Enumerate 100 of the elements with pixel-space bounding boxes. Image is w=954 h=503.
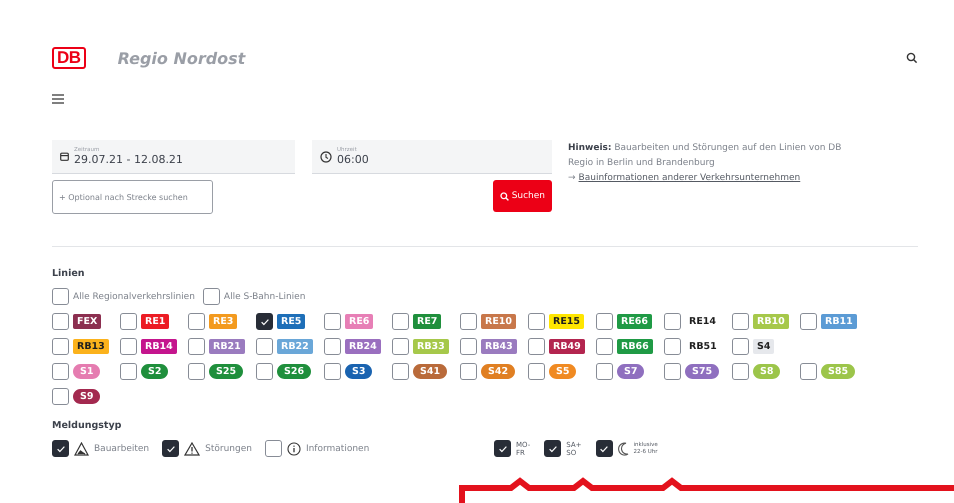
line-badge: S85 bbox=[821, 364, 856, 379]
checkbox[interactable] bbox=[664, 338, 681, 355]
line-badge: S2 bbox=[141, 364, 168, 379]
field-value: 06:00 bbox=[337, 153, 369, 166]
checkbox[interactable] bbox=[52, 338, 69, 355]
field-value: 29.07.21 - 12.08.21 bbox=[74, 153, 183, 166]
checkbox[interactable] bbox=[120, 363, 137, 380]
line-badge: RB13 bbox=[73, 339, 109, 354]
line-badge: S75 bbox=[685, 364, 720, 379]
line-badge: RB43 bbox=[481, 339, 517, 354]
line-badge: S41 bbox=[413, 364, 448, 379]
checkbox[interactable] bbox=[324, 313, 341, 330]
checkbox-label: Informationen bbox=[306, 444, 370, 454]
checkbox[interactable] bbox=[494, 440, 511, 457]
checkbox[interactable] bbox=[528, 363, 545, 380]
checkbox[interactable] bbox=[256, 313, 273, 330]
checkbox[interactable] bbox=[460, 313, 477, 330]
line-badge: S26 bbox=[277, 364, 312, 379]
info-link[interactable]: Bauinformationen anderer Verkehrsunternehmen bbox=[578, 171, 800, 186]
line-badge: S25 bbox=[209, 364, 244, 379]
line-badge: RB10 bbox=[753, 314, 789, 329]
checkbox[interactable] bbox=[732, 363, 749, 380]
search-icon[interactable] bbox=[906, 52, 918, 64]
checkbox[interactable] bbox=[664, 363, 681, 380]
notice-text: Hinweis: Bauarbeiten und Störungen auf den Linien von DB Regio in Berlin und Brandenburg bbox=[568, 142, 842, 170]
checkbox[interactable] bbox=[52, 313, 69, 330]
line-badge: RB24 bbox=[345, 339, 381, 354]
checkbox[interactable] bbox=[324, 363, 341, 380]
section-heading: Meldungstyp bbox=[52, 420, 122, 431]
line-badge: S5 bbox=[549, 364, 576, 379]
checkbox[interactable] bbox=[732, 313, 749, 330]
checkbox[interactable] bbox=[264, 440, 282, 457]
arrow-glyph: → bbox=[568, 172, 576, 185]
calendar-icon bbox=[60, 152, 69, 161]
line-badge: RE15 bbox=[549, 314, 584, 329]
checkbox[interactable] bbox=[256, 363, 273, 380]
line-label: RE14 bbox=[688, 315, 718, 329]
line-badge: RE3 bbox=[209, 314, 238, 329]
section-heading: Linien bbox=[52, 268, 86, 279]
line-badge: RE6 bbox=[345, 314, 374, 329]
checkbox[interactable] bbox=[800, 363, 817, 380]
checkbox-label: Störungen bbox=[205, 444, 252, 454]
checkbox[interactable] bbox=[544, 440, 562, 457]
checkbox[interactable] bbox=[52, 363, 69, 380]
moon-icon bbox=[618, 442, 629, 456]
line-badge: RB22 bbox=[277, 339, 313, 354]
line-badge: S1 bbox=[73, 364, 100, 379]
checkbox-label: Alle S-Bahn-Linien bbox=[224, 292, 306, 302]
checkbox[interactable] bbox=[528, 313, 545, 330]
line-badge: S3 bbox=[345, 364, 372, 379]
line-badge: RB33 bbox=[413, 339, 449, 354]
checkbox[interactable] bbox=[162, 440, 180, 457]
clock-icon bbox=[320, 150, 332, 162]
app-title: Regio Nordost bbox=[118, 48, 246, 68]
line-badge: RE5 bbox=[277, 314, 306, 329]
checkbox-label: Bauarbeiten bbox=[94, 444, 150, 454]
construction-warning-icon bbox=[74, 442, 89, 456]
line-badge: S4 bbox=[753, 339, 774, 354]
checkbox[interactable] bbox=[52, 288, 69, 305]
checkbox[interactable] bbox=[52, 440, 69, 457]
checkbox[interactable] bbox=[664, 313, 681, 330]
checkbox[interactable] bbox=[188, 338, 205, 355]
line-badge: RB66 bbox=[617, 339, 653, 354]
warning-icon bbox=[184, 442, 200, 456]
checkbox[interactable] bbox=[596, 313, 613, 330]
checkbox[interactable] bbox=[460, 363, 477, 380]
line-badge: S42 bbox=[481, 364, 516, 379]
checkbox[interactable] bbox=[460, 338, 477, 355]
checkbox[interactable] bbox=[324, 338, 341, 355]
checkbox[interactable] bbox=[392, 338, 409, 355]
menu-icon[interactable] bbox=[52, 94, 64, 104]
search-button[interactable]: Suchen bbox=[492, 180, 552, 212]
line-badge: S8 bbox=[753, 364, 780, 379]
checkbox[interactable] bbox=[188, 363, 205, 380]
checkbox[interactable] bbox=[800, 313, 817, 330]
checkbox[interactable] bbox=[202, 288, 220, 305]
line-badge: RE7 bbox=[413, 314, 442, 329]
line-badge: RB14 bbox=[141, 339, 177, 354]
checkbox[interactable] bbox=[392, 363, 409, 380]
checkbox[interactable] bbox=[120, 313, 137, 330]
checkbox[interactable] bbox=[52, 388, 69, 405]
line-badge: RE1 bbox=[141, 314, 170, 329]
route-search-field[interactable]: + Optional nach Strecke suchen bbox=[52, 180, 213, 214]
checkbox[interactable] bbox=[596, 338, 613, 355]
checkbox[interactable] bbox=[596, 440, 613, 457]
search-icon bbox=[500, 192, 509, 200]
line-badge: S7 bbox=[617, 364, 644, 379]
checkbox[interactable] bbox=[528, 338, 545, 355]
checkbox[interactable] bbox=[596, 363, 613, 380]
checkbox[interactable] bbox=[392, 313, 409, 330]
line-badge: S9 bbox=[73, 389, 100, 404]
checkbox[interactable] bbox=[188, 313, 205, 330]
checkbox-label: Alle Regionalverkehrslinien bbox=[73, 292, 195, 302]
checkbox[interactable] bbox=[256, 338, 273, 355]
checkbox[interactable] bbox=[732, 338, 749, 355]
line-badge: FEX bbox=[73, 314, 102, 329]
db-logo[interactable]: DB bbox=[52, 47, 86, 69]
line-badge: RB21 bbox=[209, 339, 245, 354]
checkbox[interactable] bbox=[120, 338, 137, 355]
line-badge: RB11 bbox=[821, 314, 857, 329]
